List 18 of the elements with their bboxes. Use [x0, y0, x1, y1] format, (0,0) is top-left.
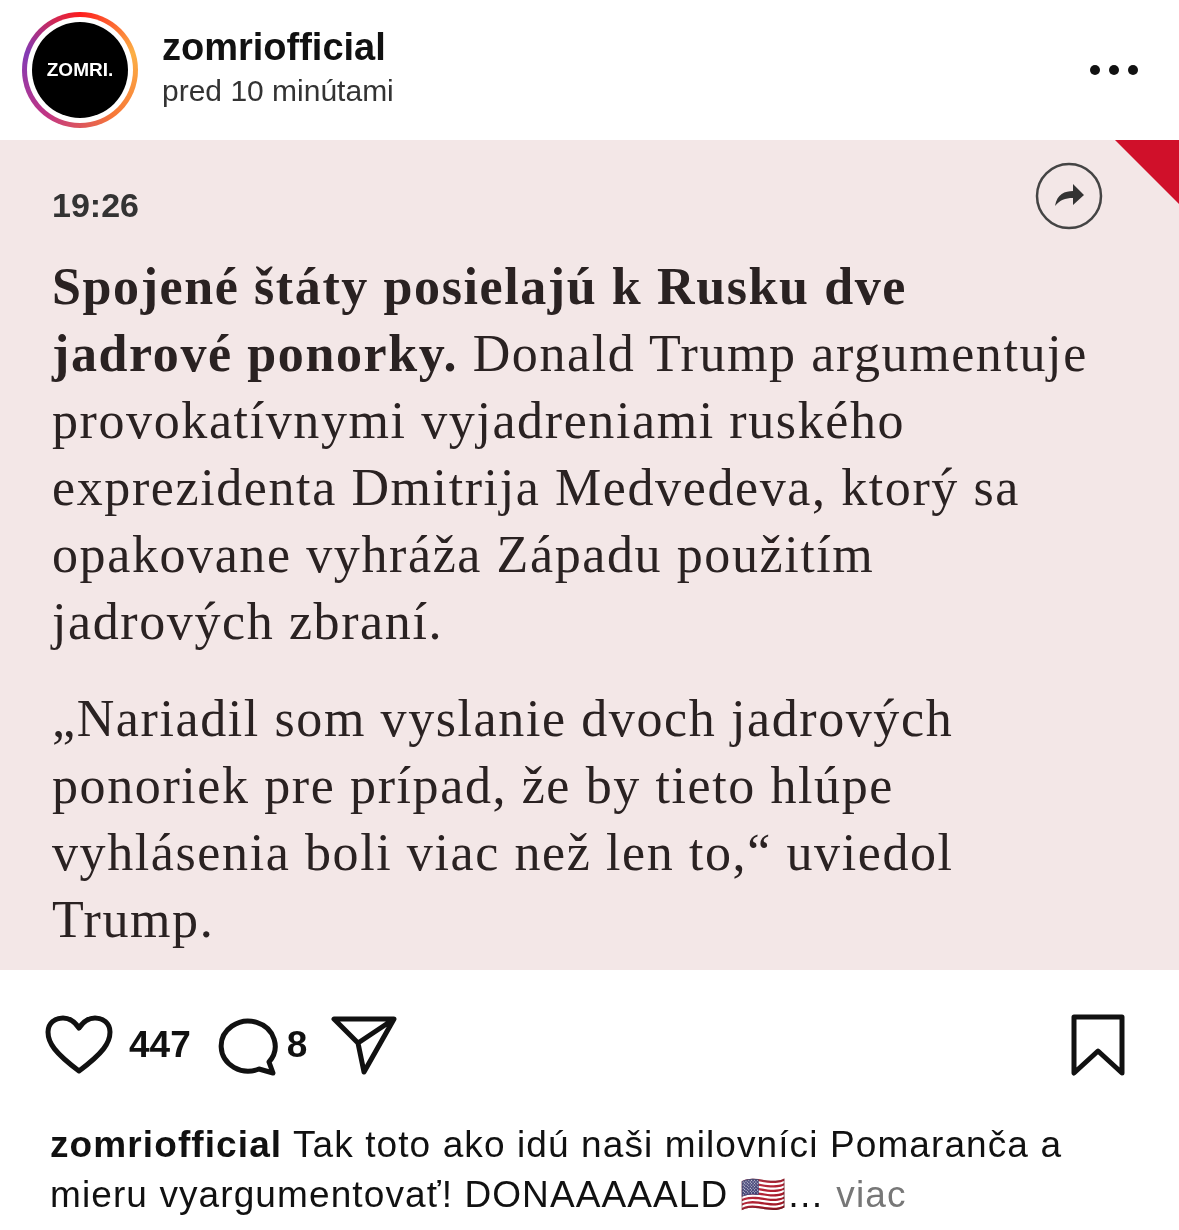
like-count: 447	[129, 1023, 191, 1068]
avatar: ZOMRI.	[32, 22, 128, 118]
send-icon[interactable]	[331, 1015, 398, 1075]
heart-icon[interactable]	[45, 1015, 113, 1075]
news-time: 19:26	[52, 185, 139, 226]
comment-count: 8	[286, 1023, 308, 1068]
post-time: pred 10 minútami	[162, 73, 395, 110]
corner-mark-icon	[1115, 140, 1179, 204]
author-link[interactable]: zomriofficial	[50, 1124, 283, 1165]
news-paragraph: „Nariadil som vyslanie dvoch jadrových ponoriek pre prípad, že by tieto hlúpe vyhlásenia boli viac než len to,“ uviedol Trump.	[52, 689, 955, 950]
more-link[interactable]: viac	[836, 1174, 907, 1215]
bookmark-icon[interactable]	[1070, 1014, 1126, 1076]
news-paragraph: Spojené štáty posielajú k Rusku dve jadrové ponorky. Donald Trump argumentuje provokatívnymi vyjadreniami ruského exprezidenta Dmitrija Medvedeva, ktorý sa opakovane vyhráža Západu použitím jadrových zbraní.	[52, 257, 1089, 652]
share-icon	[1035, 162, 1103, 230]
more-options-icon[interactable]	[1089, 64, 1139, 76]
avatar-ring[interactable]: ZOMRI.	[22, 12, 138, 128]
caption: zomriofficial Tak toto ako idú naši milovníci Pomaranča a mieru vyargumentovať! DONAAAAALD 🇺🇸… viac	[49, 1123, 1064, 1217]
username[interactable]: zomriofficial	[162, 26, 1065, 69]
